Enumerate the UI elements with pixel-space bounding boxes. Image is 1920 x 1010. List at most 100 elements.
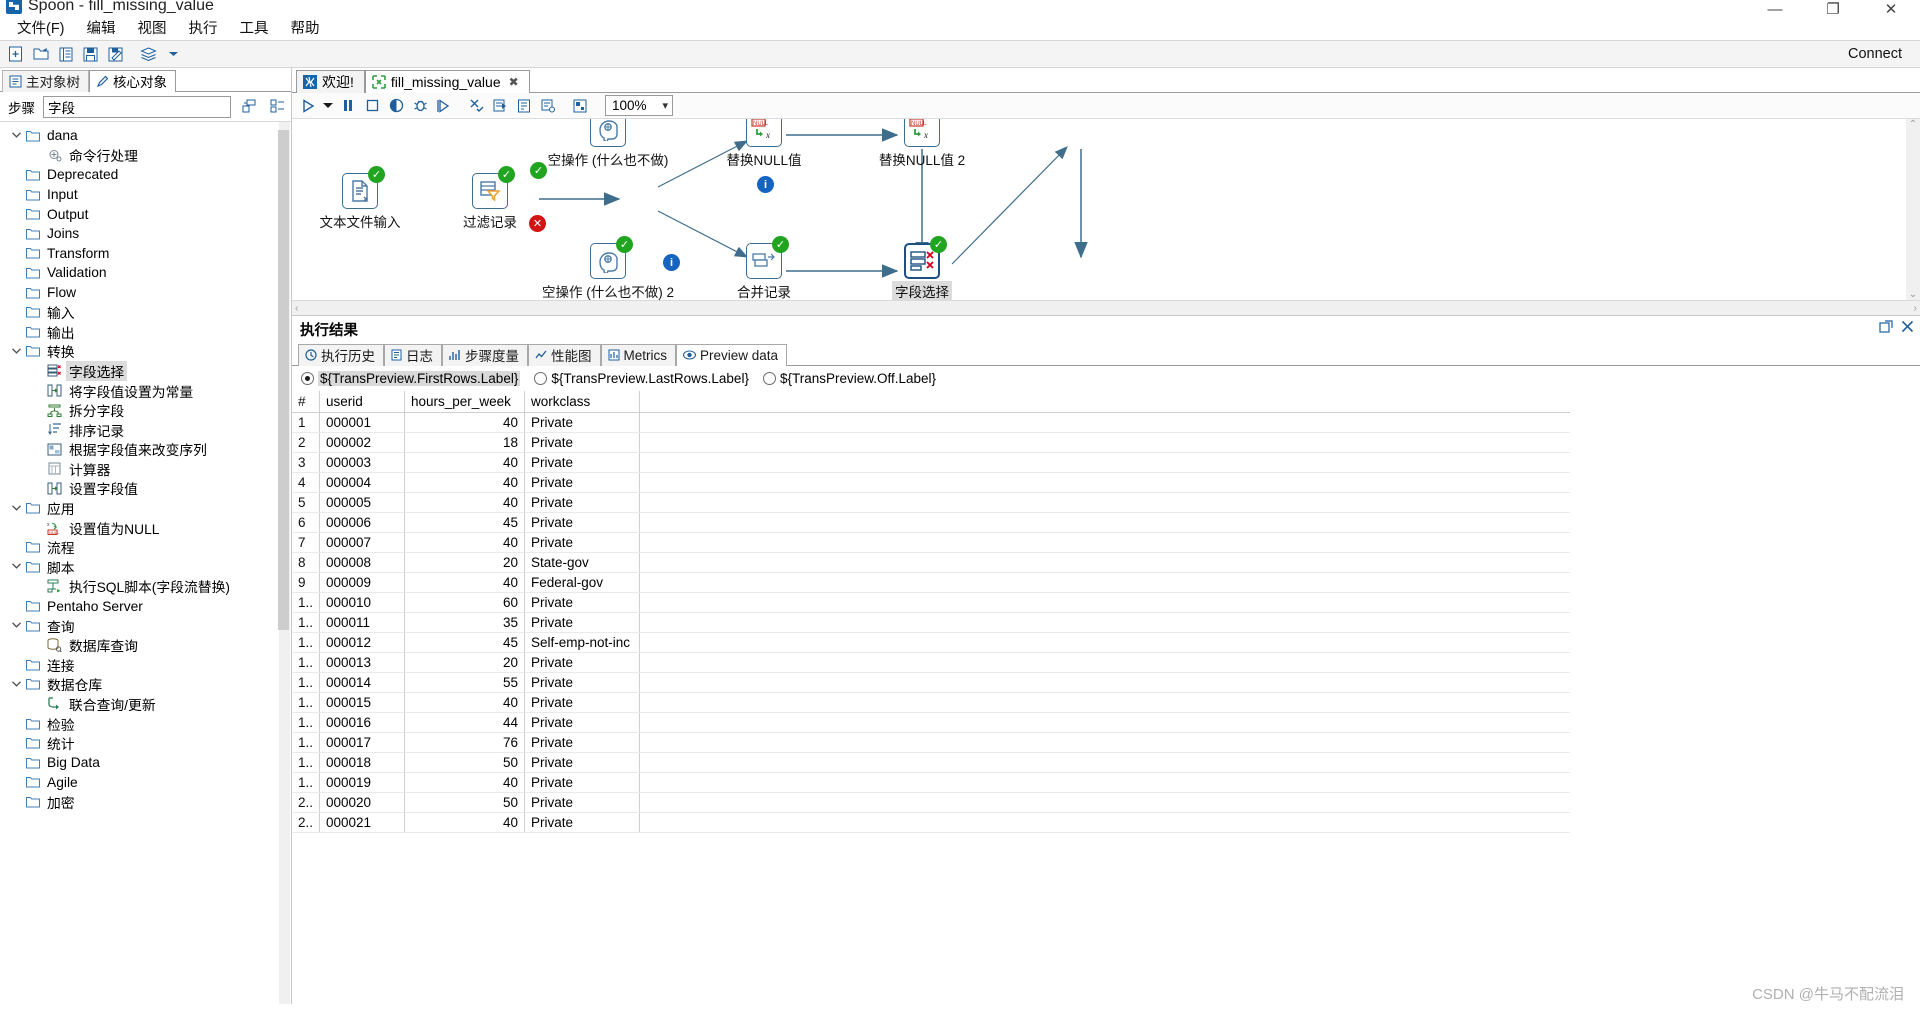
table-row[interactable]: 4 000004 40 Private [292, 472, 1570, 493]
debug-icon[interactable] [409, 95, 431, 116]
chevron-down-icon[interactable] [321, 95, 335, 116]
results-tab-2[interactable]: 步骤度量 [442, 344, 528, 366]
tree-folder[interactable]: Agile [0, 773, 291, 793]
results-tab-0[interactable]: 执行历史 [298, 344, 384, 366]
open-file-icon[interactable] [29, 43, 52, 65]
sql-icon[interactable] [513, 95, 535, 116]
radio-button[interactable] [301, 372, 314, 385]
left-tab-core-objects[interactable]: 核心对象 [89, 70, 176, 92]
scroll-right-arrow[interactable]: › [1914, 303, 1917, 314]
radio-button[interactable] [534, 372, 548, 385]
show-grid-icon[interactable] [569, 95, 591, 116]
table-row[interactable]: 9 000009 40 Federal-gov [292, 572, 1570, 593]
menu-run[interactable]: 执行 [178, 14, 229, 41]
canvas-vertical-scrollbar[interactable]: ⌃ ⌄ [1906, 119, 1920, 300]
tree-folder[interactable]: Pentaho Server [0, 596, 291, 616]
radio-last-rows[interactable]: ${TransPreview.LastRows.Label} [534, 371, 749, 386]
table-row[interactable]: 1.. 000010 60 Private [292, 592, 1570, 613]
table-row[interactable]: 2.. 000020 50 Private [292, 792, 1570, 813]
stop-icon[interactable] [361, 95, 383, 116]
close-icon[interactable] [1901, 320, 1914, 338]
canvas-node-merge-rows[interactable]: ✓ 合并记录 [737, 236, 791, 300]
scroll-up-arrow[interactable]: ⌃ [1909, 119, 1917, 130]
chevron-down-icon[interactable] [8, 130, 24, 141]
column-header[interactable]: userid [319, 391, 406, 413]
radio-off[interactable]: ${TransPreview.Off.Label} [762, 371, 936, 386]
results-tab-3[interactable]: 性能图 [528, 344, 601, 366]
tree-folder[interactable]: Joins [0, 224, 291, 244]
menu-edit[interactable]: 编辑 [76, 14, 127, 41]
tree-scroll-thumb[interactable] [278, 130, 289, 630]
tree-step[interactable]: 计算器 [0, 459, 291, 479]
tree-step[interactable]: 根据字段值来改变序列 [0, 440, 291, 460]
save-as-icon[interactable] [104, 43, 127, 65]
explore-db-icon[interactable] [537, 95, 559, 116]
table-row[interactable]: 8 000008 20 State-gov [292, 552, 1570, 573]
chevron-down-icon[interactable] [162, 43, 185, 65]
table-row[interactable]: 5 000005 40 Private [292, 492, 1570, 513]
maximize-icon[interactable] [1879, 320, 1893, 338]
tree-folder[interactable]: 连接 [0, 655, 291, 675]
maximize-button[interactable]: ❐ [1804, 0, 1862, 24]
minimize-button[interactable]: — [1746, 0, 1804, 24]
canvas-node-filter-rows[interactable]: ✓ 过滤记录 [463, 166, 517, 230]
close-button[interactable]: ✕ [1862, 0, 1920, 24]
chevron-down-icon[interactable] [8, 620, 24, 631]
table-row[interactable]: 2 000002 18 Private [292, 432, 1570, 453]
canvas-node-noop-2[interactable]: ✓ 空操作 (什么也不做) 2 [542, 236, 674, 300]
tree-step[interactable]: 将字段值设置为常量 [0, 381, 291, 401]
verify-icon[interactable] [465, 95, 487, 116]
tree-scrollbar[interactable] [278, 122, 290, 1004]
tree-folder[interactable]: 加密 [0, 792, 291, 812]
canvas-horizontal-scrollbar[interactable]: ‹ › [292, 300, 1920, 315]
tree-folder[interactable]: 输出 [0, 322, 291, 342]
table-row[interactable]: 2.. 000021 40 Private [292, 812, 1570, 833]
close-tab-icon[interactable]: ✖ [509, 75, 519, 89]
new-file-icon[interactable] [4, 43, 27, 65]
tree-folder[interactable]: 应用 [0, 498, 291, 518]
explorer-icon[interactable] [54, 43, 77, 65]
tree-folder[interactable]: 脚本 [0, 557, 291, 577]
tree-step[interactable]: 命令行处理 [0, 146, 291, 166]
chevron-down-icon[interactable] [8, 346, 24, 357]
expand-all-icon[interactable] [239, 97, 259, 117]
tree-folder[interactable]: 数据仓库 [0, 675, 291, 695]
results-tab-1[interactable]: 日志 [384, 344, 442, 366]
chevron-down-icon[interactable] [8, 561, 24, 572]
menu-help[interactable]: 帮助 [280, 14, 331, 41]
table-row[interactable]: 1.. 000019 40 Private [292, 772, 1570, 793]
menu-file[interactable]: 文件(F) [6, 14, 76, 41]
preview-icon[interactable] [385, 95, 407, 116]
transformation-canvas[interactable]: ✓ 文本文件输入 ✓ 过滤记录 空操作 (什么也不做) ✓ 空操作 (什么也不做) 2 NUL… [292, 119, 1920, 315]
tree-folder[interactable]: Deprecated [0, 165, 291, 185]
table-row[interactable]: 1.. 000015 40 Private [292, 692, 1570, 713]
collapse-all-icon[interactable] [267, 97, 287, 117]
chevron-down-icon[interactable] [8, 503, 24, 514]
tree-step[interactable]: 字段选择 [0, 360, 291, 381]
radio-first-rows[interactable]: ${TransPreview.FirstRows.Label} [301, 371, 521, 386]
table-row[interactable]: 1.. 000013 20 Private [292, 652, 1570, 673]
tree-folder[interactable]: Input [0, 185, 291, 205]
field-filter-input[interactable] [43, 95, 231, 118]
tree-folder[interactable]: dana [0, 126, 291, 146]
canvas-node-text-file-input[interactable]: ✓ 文本文件输入 [320, 166, 401, 230]
table-row[interactable]: 1.. 000016 44 Private [292, 712, 1570, 733]
tree-folder[interactable]: 流程 [0, 537, 291, 557]
tree-folder[interactable]: 统计 [0, 733, 291, 753]
canvas-node-select-values[interactable]: ✓ 字段选择 [892, 236, 952, 301]
canvas-tab-welcome[interactable]: 欢迎! [296, 70, 365, 93]
tree-step[interactable]: 联合查询/更新 [0, 694, 291, 714]
step-tree[interactable]: dana 命令行处理 Deprecated Input Output Joins Trans… [0, 122, 291, 1004]
left-tab-main-tree[interactable]: 主对象树 [2, 70, 89, 92]
table-row[interactable]: 3 000003 40 Private [292, 452, 1570, 473]
table-row[interactable]: 6 000006 45 Private [292, 512, 1570, 533]
tree-folder[interactable]: Flow [0, 283, 291, 303]
canvas-node-replace-null-2[interactable]: NULL x 替换NULL值 2 [879, 119, 965, 168]
tree-step[interactable]: 设置字段值 [0, 479, 291, 499]
run-icon[interactable] [297, 95, 319, 116]
tree-folder[interactable]: 检验 [0, 714, 291, 734]
tree-folder[interactable]: 转换 [0, 342, 291, 362]
layers-icon[interactable] [137, 43, 160, 65]
zoom-select[interactable]: 100% ▾ [605, 95, 673, 116]
column-header[interactable]: hours_per_week [404, 391, 526, 413]
